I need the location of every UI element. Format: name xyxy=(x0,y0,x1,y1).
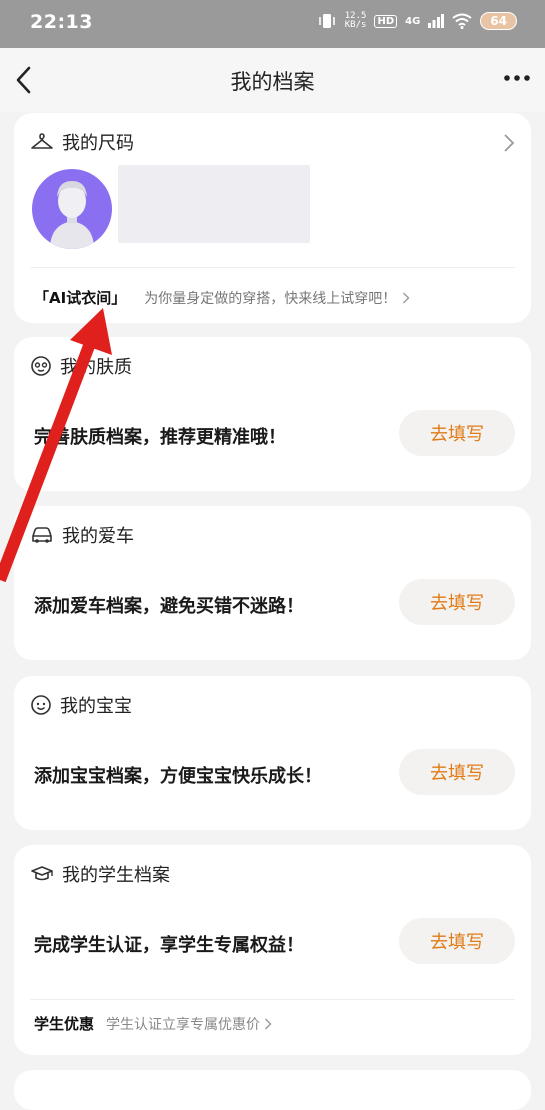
car-card-header: 我的爱车 xyxy=(30,522,134,548)
ai-fitting-room-link[interactable]: 「AI试衣间」 为你量身定做的穿搭，快来线上试穿吧！ xyxy=(34,287,410,308)
net-speed-unit: KB/s xyxy=(344,20,367,30)
skin-card-message: 完善肤质档案，推荐更精准哦！ xyxy=(34,427,286,448)
baby-card-message: 添加宝宝档案，方便宝宝快乐成长！ xyxy=(34,766,322,787)
baby-card: 我的宝宝 添加宝宝档案，方便宝宝快乐成长！ 去填写 xyxy=(14,676,531,830)
wifi-icon xyxy=(452,13,472,29)
skin-card-header: 我的肤质 xyxy=(30,353,132,379)
face-care-icon xyxy=(31,356,51,376)
network-type: 4G xyxy=(405,15,421,27)
more-options-icon[interactable] xyxy=(503,72,531,84)
page-title: 我的档案 xyxy=(230,70,315,94)
car-card: 我的爱车 添加爱车档案，避免买错不迷路！ 去填写 xyxy=(14,506,531,660)
signal-icon xyxy=(428,14,445,28)
baby-card-label: 我的宝宝 xyxy=(60,696,132,717)
chevron-right-icon[interactable] xyxy=(503,133,515,153)
status-time: 22:13 xyxy=(30,11,93,33)
student-offer-link[interactable]: 学生优惠 学生认证立享专属优惠价 xyxy=(34,1013,272,1034)
chevron-right-small-icon xyxy=(265,1018,272,1029)
status-bar: 22:13 12.5 KB/s HD 4G 64 xyxy=(0,0,545,48)
skin-card-label: 我的肤质 xyxy=(60,357,132,378)
net-speed: 12.5 KB/s xyxy=(345,12,367,30)
next-card-peek xyxy=(14,1070,531,1110)
status-icons: 12.5 KB/s HD 4G 64 xyxy=(317,12,517,30)
size-info-blurred xyxy=(118,165,310,243)
skin-fill-button[interactable]: 去填写 xyxy=(399,410,515,456)
hd-badge: HD xyxy=(374,14,398,28)
student-card: 我的学生档案 完成学生认证，享学生专属权益！ 去填写 学生优惠 学生认证立享专属… xyxy=(14,845,531,1055)
car-fill-button[interactable]: 去填写 xyxy=(399,579,515,625)
car-card-label: 我的爱车 xyxy=(62,526,134,547)
car-icon xyxy=(32,527,52,543)
vibrate-icon xyxy=(318,14,335,28)
chevron-right-small-icon xyxy=(403,292,410,303)
baby-fill-button[interactable]: 去填写 xyxy=(399,749,515,795)
divider xyxy=(30,267,515,268)
nav-bar: 我的档案 xyxy=(0,48,545,112)
size-card-label: 我的尺码 xyxy=(62,133,134,154)
baby-face-icon xyxy=(31,695,51,715)
graduation-cap-icon xyxy=(31,866,53,881)
student-fill-button[interactable]: 去填写 xyxy=(399,918,515,964)
size-card[interactable]: 我的尺码 「AI试衣间」 为你量身定做的穿搭，快来线上试穿吧！ xyxy=(14,113,531,323)
student-card-header: 我的学生档案 xyxy=(30,861,170,887)
car-card-message: 添加爱车档案，避免买错不迷路！ xyxy=(34,596,304,617)
student-offer-desc: 学生认证立享专属优惠价 xyxy=(106,1016,261,1033)
student-card-label: 我的学生档案 xyxy=(62,865,170,886)
student-card-message: 完成学生认证，享学生专属权益！ xyxy=(34,935,304,956)
student-offer-tag: 学生优惠 xyxy=(34,1015,95,1033)
battery-indicator: 64 xyxy=(480,12,517,30)
mannequin-avatar-icon xyxy=(50,181,94,249)
baby-card-header: 我的宝宝 xyxy=(30,692,132,718)
ai-fitting-room-desc: 为你量身定做的穿搭，快来线上试穿吧！ xyxy=(144,290,397,307)
ai-fitting-room-label: 「AI试衣间」 xyxy=(34,289,127,307)
avatar xyxy=(32,169,112,249)
skin-card: 我的肤质 完善肤质档案，推荐更精准哦！ 去填写 xyxy=(14,337,531,491)
size-card-header: 我的尺码 xyxy=(30,129,134,155)
divider xyxy=(30,999,515,1000)
hanger-icon xyxy=(31,133,53,149)
